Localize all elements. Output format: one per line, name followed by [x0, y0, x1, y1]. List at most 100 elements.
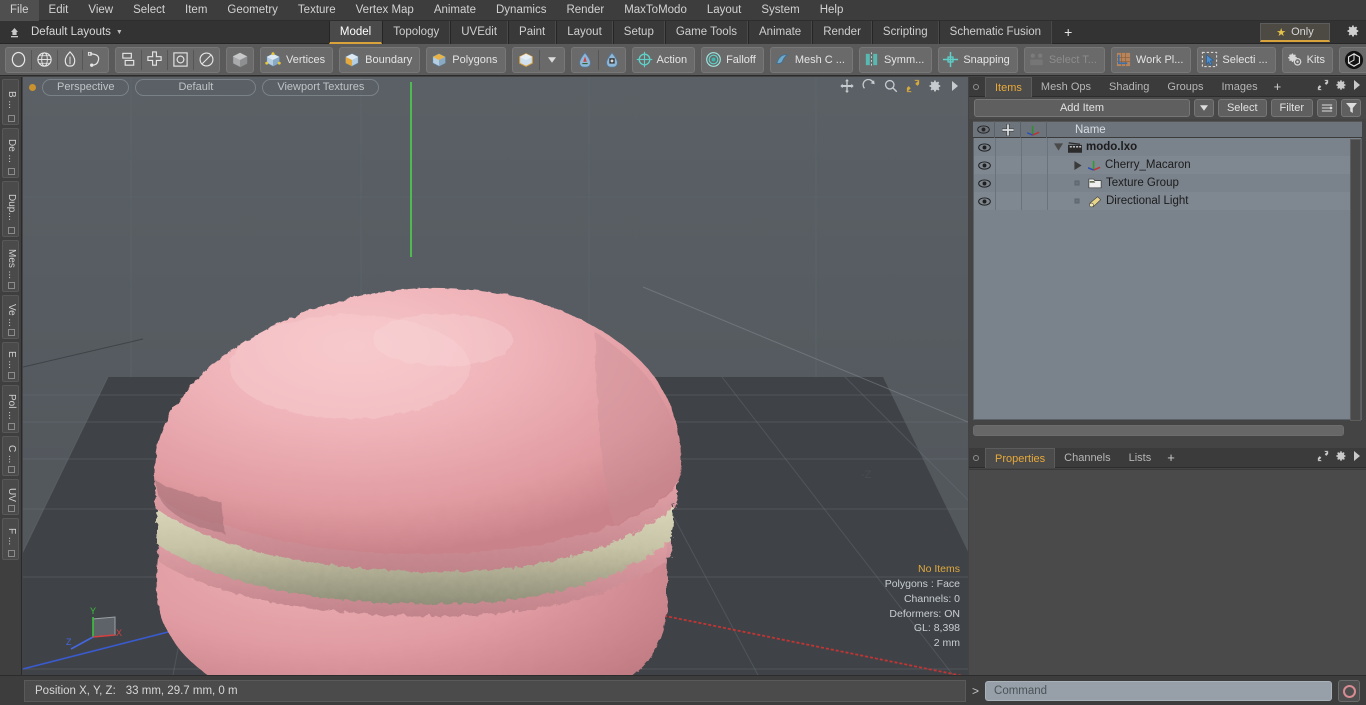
visibility-eye-icon[interactable] — [974, 192, 996, 210]
filter-funnel-icon[interactable] — [1341, 99, 1361, 117]
expander-right-icon[interactable] — [1074, 160, 1084, 170]
snapping-button[interactable]: Snapping — [939, 48, 1017, 72]
column-axis-icon[interactable] — [1021, 121, 1047, 138]
align-tool-button[interactable] — [116, 48, 141, 72]
menu-item-geometry[interactable]: Geometry — [217, 0, 288, 21]
layout-tab-schematic-fusion[interactable]: Schematic Fusion — [938, 20, 1053, 44]
left-tab-9[interactable]: F ... — [2, 518, 19, 560]
chevron-right-icon[interactable] — [1353, 451, 1361, 461]
left-tab-0[interactable]: B ... — [2, 79, 19, 125]
left-tab-1[interactable]: De ... — [2, 128, 19, 178]
item-list[interactable]: modo.lxo Cherry_Macaron Texture Group Direc… — [973, 138, 1362, 420]
viewport-preset-perspective[interactable]: Perspective — [42, 79, 130, 96]
layout-tab-scripting[interactable]: Scripting — [871, 20, 939, 44]
viewport-preset-default[interactable]: Default — [135, 79, 257, 96]
vertices-mode-button[interactable]: Vertices — [261, 48, 332, 72]
select-button[interactable]: Select — [1217, 99, 1267, 117]
gear-icon[interactable] — [1335, 79, 1347, 91]
item-mode-button[interactable] — [227, 48, 253, 72]
maximize-icon[interactable] — [906, 79, 920, 93]
axis-gizmo[interactable]: Y X Z — [65, 605, 127, 657]
boundary-mode-button[interactable]: Boundary — [340, 48, 419, 72]
menu-item-edit[interactable]: Edit — [39, 0, 79, 21]
lock-column-cell[interactable] — [996, 138, 1022, 156]
filter-button[interactable]: Filter — [1270, 99, 1313, 117]
action-center-button[interactable]: Action — [633, 48, 695, 72]
menu-item-item[interactable]: Item — [175, 0, 217, 21]
menu-item-file[interactable]: File — [0, 0, 39, 21]
only-button[interactable]: ★ Only — [1260, 23, 1330, 42]
transform-column-cell[interactable] — [1022, 174, 1048, 192]
modo-logo-button[interactable] — [1340, 48, 1366, 72]
center-tool-button[interactable] — [142, 48, 167, 72]
menu-item-dynamics[interactable]: Dynamics — [486, 0, 556, 21]
panel-indicator-icon[interactable] — [973, 83, 979, 90]
items-mode-button[interactable] — [513, 48, 539, 72]
menu-item-system[interactable]: System — [751, 0, 809, 21]
ellipse-tool-button[interactable] — [6, 48, 31, 72]
left-tab-5[interactable]: E ... — [2, 342, 19, 382]
left-tab-3[interactable]: Mes ... — [2, 240, 19, 292]
layout-tab-model[interactable]: Model — [328, 20, 383, 44]
list-options-icon[interactable] — [1317, 99, 1337, 117]
radial-tool-button[interactable] — [194, 48, 219, 72]
panel-tab-shading[interactable]: Shading — [1100, 77, 1158, 97]
menu-item-render[interactable]: Render — [556, 0, 614, 21]
layout-tab-game-tools[interactable]: Game Tools — [664, 20, 748, 44]
viewport-indicator[interactable] — [29, 84, 36, 91]
left-tab-4[interactable]: Ve ... — [2, 295, 19, 339]
gear-icon[interactable] — [1346, 24, 1360, 38]
fit-tool-button[interactable] — [168, 48, 193, 72]
select-through-button[interactable]: Select T... — [1025, 48, 1104, 72]
panel-tab-images[interactable]: Images — [1213, 77, 1267, 97]
pen-tool-button[interactable] — [58, 48, 82, 72]
menu-item-texture[interactable]: Texture — [288, 0, 346, 21]
transform-column-cell[interactable] — [1022, 138, 1048, 156]
add-item-button[interactable]: Add Item — [974, 99, 1190, 117]
menu-item-animate[interactable]: Animate — [424, 0, 486, 21]
command-input[interactable]: Command — [985, 681, 1332, 701]
left-tab-2[interactable]: Dup... — [2, 181, 19, 237]
gear-icon[interactable] — [928, 79, 942, 93]
symmetry-button[interactable]: Symm... — [860, 48, 931, 72]
left-tab-7[interactable]: C ... — [2, 436, 19, 476]
macaron-3d-model[interactable] — [125, 262, 710, 675]
kits-button[interactable]: Kits — [1283, 48, 1332, 72]
menu-item-view[interactable]: View — [78, 0, 123, 21]
expand-icon[interactable] — [1317, 450, 1329, 462]
zoom-icon[interactable] — [884, 79, 898, 93]
rotate-icon[interactable] — [862, 79, 876, 93]
item-row-modo-lxo[interactable]: modo.lxo — [974, 138, 1361, 156]
properties-tab-properties[interactable]: Properties — [985, 447, 1056, 468]
work-plane-button[interactable]: Work Pl... — [1112, 48, 1190, 72]
menu-item-layout[interactable]: Layout — [697, 0, 752, 21]
item-row-directional-light[interactable]: Directional Light — [974, 192, 1361, 210]
panel-tab-add[interactable]: + — [1267, 77, 1289, 97]
item-row-cherry-macaron[interactable]: Cherry_Macaron — [974, 156, 1361, 174]
layout-tab-setup[interactable]: Setup — [612, 20, 665, 44]
move-icon[interactable] — [840, 79, 854, 93]
lock-column-cell[interactable] — [996, 192, 1022, 210]
item-name-cell[interactable]: Texture Group — [1048, 177, 1179, 189]
properties-tab-channels[interactable]: Channels — [1055, 448, 1119, 468]
chevron-right-icon[interactable] — [1353, 80, 1361, 90]
polygons-mode-button[interactable]: Polygons — [427, 48, 504, 72]
expander-down-icon[interactable] — [1054, 143, 1064, 151]
play-icon[interactable] — [950, 80, 960, 92]
layout-tab-render[interactable]: Render — [812, 20, 872, 44]
home-icon[interactable] — [3, 22, 25, 43]
gear-icon[interactable] — [1335, 450, 1347, 462]
layout-tab-paint[interactable]: Paint — [508, 20, 557, 44]
transform-column-cell[interactable] — [1022, 192, 1048, 210]
selection-sets-button[interactable]: Selecti ... — [1198, 48, 1274, 72]
layout-selector[interactable]: Default Layouts ▼ — [25, 22, 131, 43]
scrollbar-knob[interactable] — [974, 426, 1343, 435]
visibility-eye-icon[interactable] — [974, 138, 996, 156]
transform-column-cell[interactable] — [1022, 156, 1048, 174]
menu-item-select[interactable]: Select — [123, 0, 175, 21]
mesh-constraint-button[interactable]: Mesh C ... — [771, 48, 852, 72]
visibility-eye-icon[interactable] — [974, 174, 996, 192]
sphere-tool-button[interactable] — [32, 48, 57, 72]
item-name-cell[interactable]: modo.lxo — [1048, 141, 1137, 153]
falloff-button[interactable]: Falloff — [702, 48, 763, 72]
